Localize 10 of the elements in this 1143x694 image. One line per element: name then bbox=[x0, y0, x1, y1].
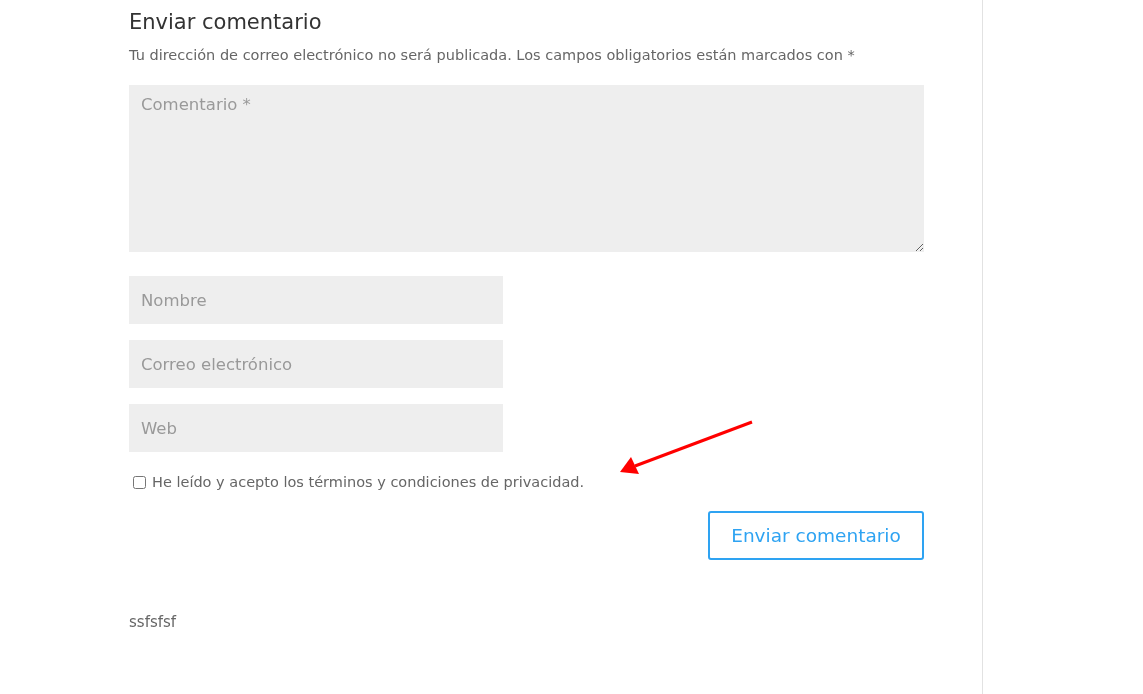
required-fields-note: Tu dirección de correo electrónico no será publicada. Los campos obligatorios están marcados con * bbox=[129, 46, 855, 65]
submit-button[interactable]: Enviar comentario bbox=[708, 511, 924, 560]
input-field[interactable]: Web bbox=[129, 404, 503, 452]
consent-checkbox[interactable] bbox=[133, 475, 146, 489]
comment-field[interactable]: Comentario * bbox=[129, 85, 924, 252]
input-field[interactable]: Correo electrónico bbox=[129, 340, 503, 388]
section-heading: Enviar comentario bbox=[129, 9, 322, 36]
input-field[interactable]: Nombre bbox=[129, 276, 503, 324]
consent-label: He leído y acepto los términos y condiciones de privacidad. bbox=[152, 474, 585, 490]
comment-text: ssfsfsf bbox=[129, 613, 177, 631]
